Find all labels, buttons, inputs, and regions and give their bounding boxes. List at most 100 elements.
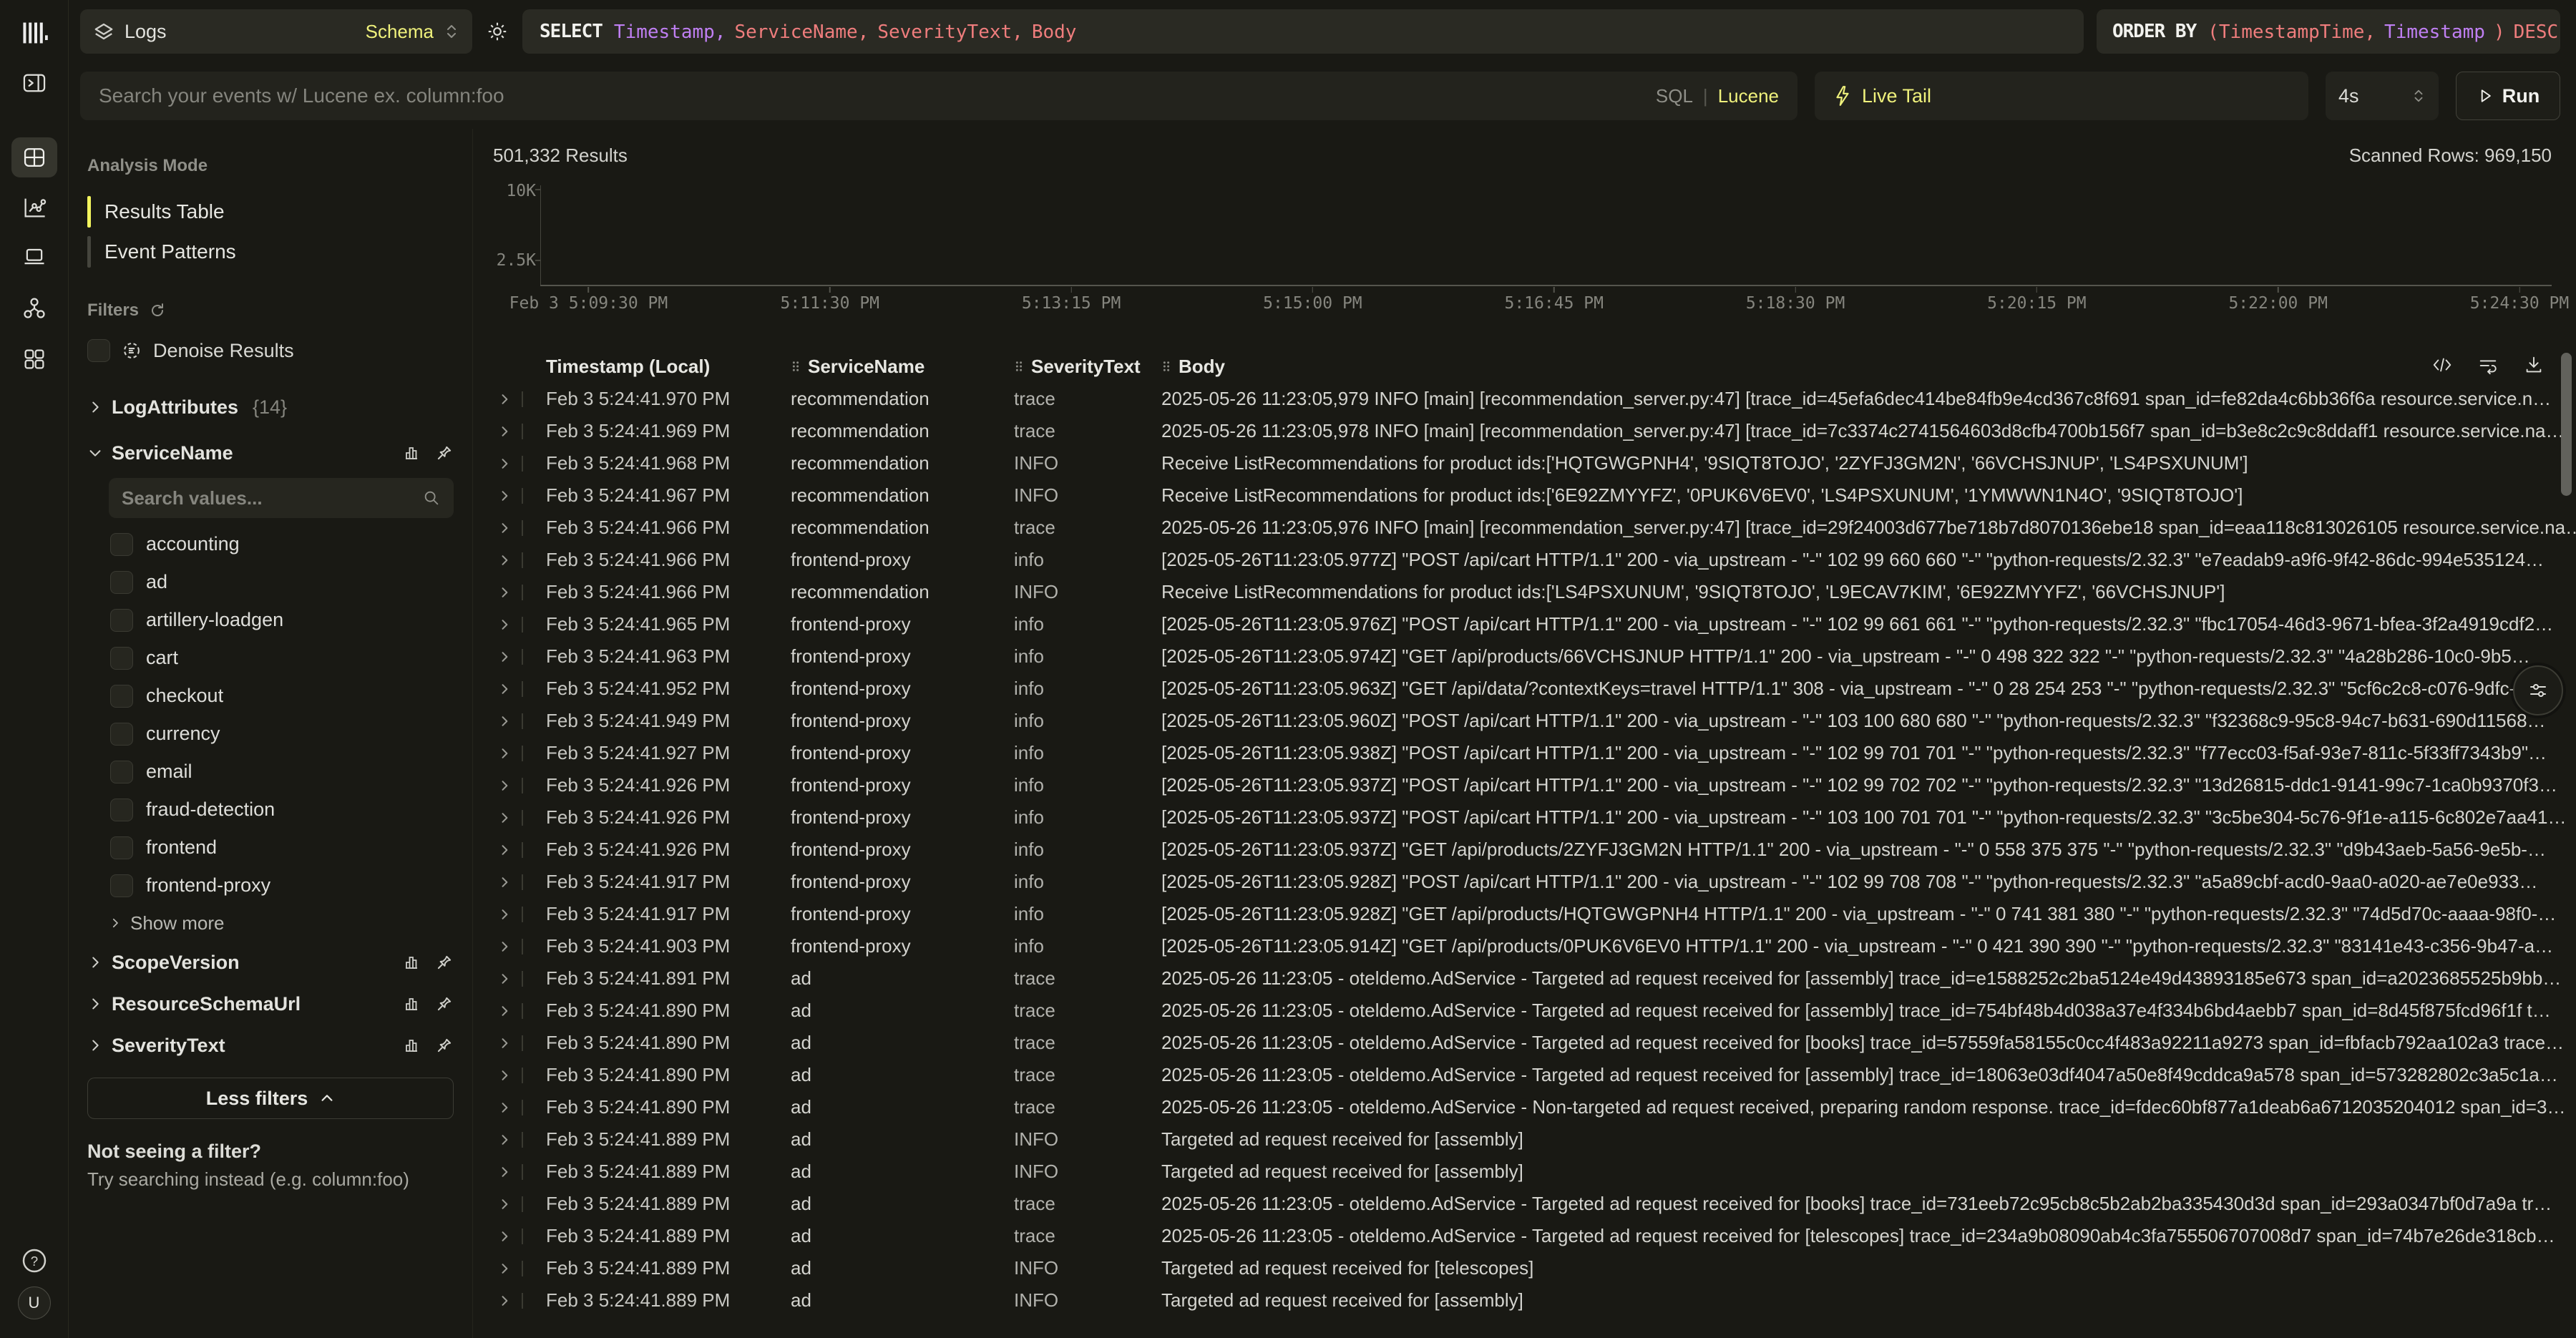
pin-icon[interactable] (435, 995, 454, 1013)
chevron-right-icon[interactable] (497, 424, 512, 439)
table-row[interactable]: Feb 3 5:24:41.890 PM ad trace 2025-05-26… (493, 1027, 2576, 1059)
filter-group-severitytext[interactable]: SeverityText (87, 1025, 454, 1066)
bar-chart-icon[interactable] (404, 995, 422, 1013)
pin-icon[interactable] (435, 1036, 454, 1055)
table-row[interactable]: Feb 3 5:24:41.891 PM ad trace 2025-05-26… (493, 962, 2576, 995)
bar-chart-icon[interactable] (404, 444, 422, 462)
pin-icon[interactable] (435, 953, 454, 972)
chevron-right-icon[interactable] (497, 746, 512, 761)
row-expand-cell[interactable] (493, 1196, 546, 1212)
chevron-right-icon[interactable] (497, 1197, 512, 1211)
chevron-right-icon[interactable] (497, 843, 512, 857)
service-checkbox[interactable] (110, 874, 133, 897)
pin-icon[interactable] (435, 444, 454, 462)
row-expand-cell[interactable] (493, 456, 546, 472)
table-row[interactable]: Feb 3 5:24:41.963 PM frontend-proxy info… (493, 640, 2576, 673)
table-row[interactable]: Feb 3 5:24:41.927 PM frontend-proxy info… (493, 737, 2576, 769)
row-expand-cell[interactable] (493, 746, 546, 761)
dashboards-icon[interactable] (11, 339, 57, 379)
service-checkbox[interactable] (110, 799, 133, 821)
table-row[interactable]: Feb 3 5:24:41.967 PM recommendation INFO… (493, 479, 2576, 512)
row-expand-cell[interactable] (493, 1293, 546, 1309)
chevron-right-icon[interactable] (497, 907, 512, 922)
table-row[interactable]: Feb 3 5:24:41.890 PM ad trace 2025-05-26… (493, 1059, 2576, 1091)
service-filter-option[interactable]: currency (87, 715, 454, 753)
chevron-right-icon[interactable] (497, 650, 512, 664)
hosts-monitor-icon[interactable] (11, 236, 57, 276)
chevron-right-icon[interactable] (497, 392, 512, 406)
select-clause-input[interactable]: SELECT Timestamp,ServiceName,SeverityTex… (522, 9, 2084, 54)
row-expand-cell[interactable] (493, 1003, 546, 1019)
filter-group-logattributes[interactable]: LogAttributes {14} (87, 386, 454, 428)
column-header-severitytext[interactable]: SeverityText (1014, 356, 1161, 378)
table-row[interactable]: Feb 3 5:24:41.969 PM recommendation trac… (493, 415, 2576, 447)
sql-toggle[interactable]: SQL (1656, 85, 1693, 107)
chevron-right-icon[interactable] (497, 1068, 512, 1083)
table-row[interactable]: Feb 3 5:24:41.903 PM frontend-proxy info… (493, 930, 2576, 962)
table-row[interactable]: Feb 3 5:24:41.889 PM ad INFO Targeted ad… (493, 1123, 2576, 1156)
row-expand-cell[interactable] (493, 520, 546, 536)
show-more-button[interactable]: Show more (87, 904, 454, 942)
row-expand-cell[interactable] (493, 810, 546, 826)
download-icon[interactable] (2523, 354, 2545, 376)
chevron-right-icon[interactable] (497, 553, 512, 567)
service-filter-option[interactable]: accounting (87, 525, 454, 563)
refresh-icon[interactable] (149, 302, 166, 319)
service-checkbox[interactable] (110, 571, 133, 594)
denoise-checkbox[interactable] (87, 339, 110, 362)
chevron-right-icon[interactable] (497, 617, 512, 632)
user-avatar[interactable]: U (18, 1286, 51, 1319)
row-expand-cell[interactable] (493, 424, 546, 439)
row-expand-cell[interactable] (493, 552, 546, 568)
row-expand-cell[interactable] (493, 1229, 546, 1244)
refresh-interval-select[interactable]: 4s (2326, 72, 2439, 120)
denoise-results-toggle[interactable]: Denoise Results (87, 339, 454, 362)
table-row[interactable]: Feb 3 5:24:41.889 PM ad trace 2025-05-26… (493, 1220, 2576, 1252)
row-expand-cell[interactable] (493, 585, 546, 600)
chevron-right-icon[interactable] (497, 778, 512, 793)
table-row[interactable]: Feb 3 5:24:41.949 PM frontend-proxy info… (493, 705, 2576, 737)
chevron-right-icon[interactable] (497, 1100, 512, 1115)
lucene-search-input[interactable]: Search your events w/ Lucene ex. column:… (80, 72, 1797, 120)
chevron-right-icon[interactable] (497, 972, 512, 986)
filter-group-resourceschemaurl[interactable]: ResourceSchemaUrl (87, 983, 454, 1025)
chevron-right-icon[interactable] (497, 1229, 512, 1244)
table-row[interactable]: Feb 3 5:24:41.966 PM recommendation trac… (493, 512, 2576, 544)
table-row[interactable]: Feb 3 5:24:41.889 PM ad trace 2025-05-26… (493, 1188, 2576, 1220)
row-expand-cell[interactable] (493, 713, 546, 729)
row-expand-cell[interactable] (493, 1035, 546, 1051)
row-expand-cell[interactable] (493, 391, 546, 407)
column-header-timestamp[interactable]: Timestamp (Local) (546, 356, 791, 378)
drag-handle-icon[interactable] (1014, 358, 1024, 374)
row-expand-cell[interactable] (493, 1100, 546, 1115)
run-button[interactable]: Run (2456, 72, 2560, 120)
service-checkbox[interactable] (110, 836, 133, 859)
settings-fab[interactable] (2513, 665, 2563, 716)
table-row[interactable]: Feb 3 5:24:41.926 PM frontend-proxy info… (493, 801, 2576, 834)
service-filter-option[interactable]: checkout (87, 677, 454, 715)
service-filter-option[interactable]: email (87, 753, 454, 791)
column-header-body[interactable]: Body (1161, 356, 2576, 378)
chevron-right-icon[interactable] (497, 811, 512, 825)
row-expand-cell[interactable] (493, 488, 546, 504)
chevron-right-icon[interactable] (497, 1261, 512, 1276)
chevron-right-icon[interactable] (497, 489, 512, 503)
table-row[interactable]: Feb 3 5:24:41.966 PM recommendation INFO… (493, 576, 2576, 608)
row-expand-cell[interactable] (493, 971, 546, 987)
table-row[interactable]: Feb 3 5:24:41.889 PM ad INFO Targeted ad… (493, 1156, 2576, 1188)
service-map-icon[interactable] (11, 288, 57, 328)
row-expand-cell[interactable] (493, 1068, 546, 1083)
table-row[interactable]: Feb 3 5:24:41.952 PM frontend-proxy info… (493, 673, 2576, 705)
table-row[interactable]: Feb 3 5:24:41.926 PM frontend-proxy info… (493, 834, 2576, 866)
chevron-right-icon[interactable] (497, 714, 512, 728)
chevron-right-icon[interactable] (497, 521, 512, 535)
table-row[interactable]: Feb 3 5:24:41.889 PM ad INFO Targeted ad… (493, 1252, 2576, 1284)
code-view-icon[interactable] (2431, 354, 2453, 376)
chevron-right-icon[interactable] (497, 682, 512, 696)
chevron-right-icon[interactable] (497, 1165, 512, 1179)
service-checkbox[interactable] (110, 647, 133, 670)
text-wrap-icon[interactable] (2477, 354, 2499, 376)
chevron-right-icon[interactable] (497, 875, 512, 889)
service-filter-option[interactable]: cart (87, 639, 454, 677)
row-expand-cell[interactable] (493, 681, 546, 697)
